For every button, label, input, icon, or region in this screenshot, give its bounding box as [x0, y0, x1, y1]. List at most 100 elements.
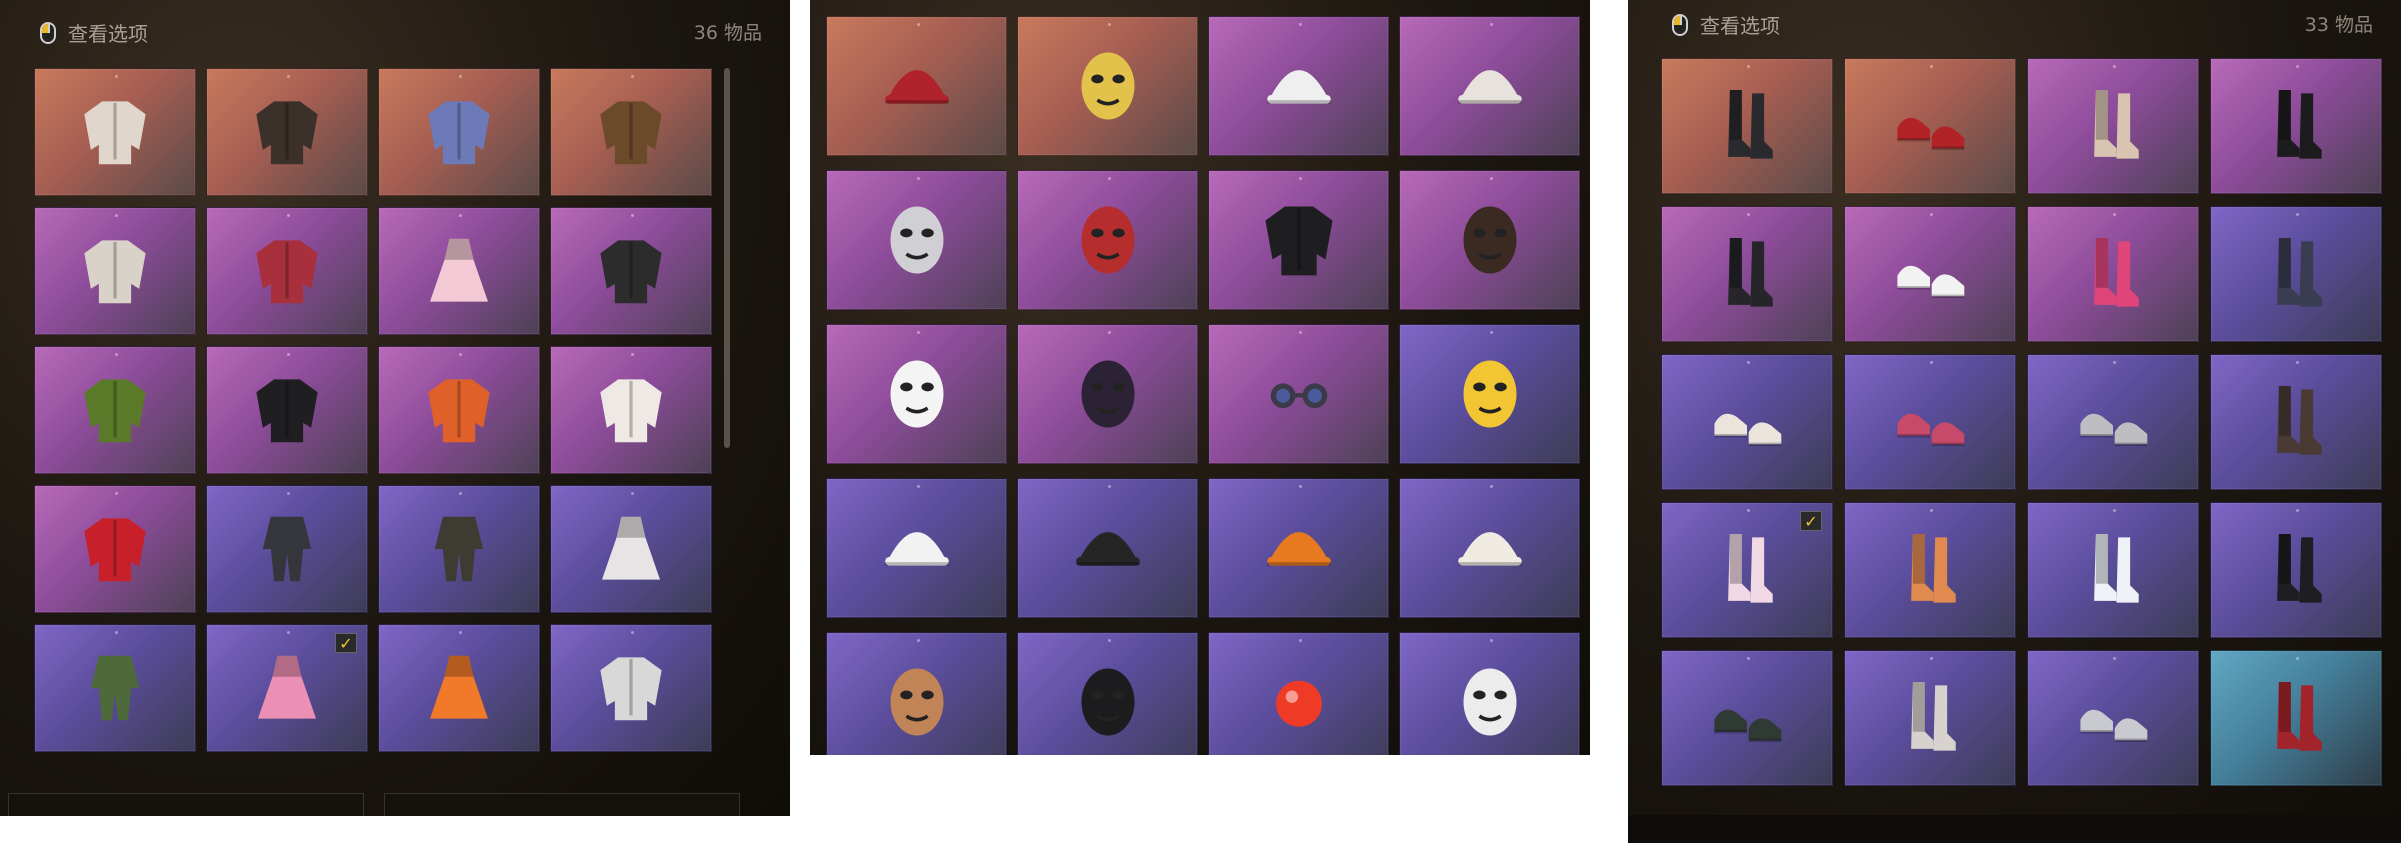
- item-tile-black-knee-boots[interactable]: [2210, 58, 2382, 194]
- item-tile-green-jumpsuit[interactable]: [34, 624, 196, 752]
- item-tile-pink-socks[interactable]: ✓: [1661, 502, 1833, 638]
- item-tile-white-boots[interactable]: [2027, 502, 2199, 638]
- item-tile-suit-gray[interactable]: [206, 485, 368, 613]
- item-tile-cow-cap[interactable]: [826, 478, 1007, 618]
- equipped-check-icon: ✓: [335, 633, 357, 653]
- uniform-icon: [414, 509, 504, 590]
- item-tile-mesh-mask[interactable]: [1017, 324, 1198, 464]
- item-tile-print-boots[interactable]: [1844, 650, 2016, 786]
- item-tile-tv-head[interactable]: [826, 170, 1007, 310]
- view-options-button[interactable]: 查看选项: [40, 18, 148, 47]
- item-tile-orange-dress[interactable]: [378, 624, 540, 752]
- item-tile-red-heels[interactable]: [1844, 58, 2016, 194]
- equipped-check-icon: ✓: [1800, 511, 1822, 531]
- item-tile-rooster[interactable]: [1399, 324, 1580, 464]
- sparkle-icon: [115, 214, 118, 217]
- item-tile-hi-tops[interactable]: [1661, 354, 1833, 490]
- item-tile-red-boots[interactable]: [2210, 650, 2382, 786]
- item-tile-beanie-pom[interactable]: [1399, 16, 1580, 156]
- item-tile-beret[interactable]: [826, 16, 1007, 156]
- item-tile-sailor-top[interactable]: [34, 207, 196, 335]
- footer-tab-left[interactable]: [8, 793, 364, 816]
- item-tile-gold-mask[interactable]: [1017, 16, 1198, 156]
- item-tile-bear-hat[interactable]: [1208, 16, 1389, 156]
- item-tile-puffer[interactable]: [378, 68, 540, 196]
- item-tile-clown-mask[interactable]: [826, 324, 1007, 464]
- item-tile-pink-dress[interactable]: ✓: [206, 624, 368, 752]
- bomber-jacket-icon: [586, 648, 676, 729]
- sparkle-icon: [1107, 331, 1111, 334]
- item-tile-pink-onesie[interactable]: [378, 207, 540, 335]
- item-tile-white-dress[interactable]: [550, 485, 712, 613]
- view-options-button[interactable]: 查看选项: [1672, 10, 1780, 39]
- item-grid: ✓: [34, 68, 712, 752]
- fur-coat-icon: [586, 92, 676, 173]
- jumpsuit-icon: [70, 648, 160, 729]
- item-tile-orange-leggings[interactable]: [1844, 502, 2016, 638]
- item-tile-ankle-boots[interactable]: [1661, 206, 1833, 342]
- inventory-panel-outfits: 查看选项 36 物品 ✓: [0, 0, 790, 816]
- item-tile-wood-mask[interactable]: [826, 632, 1007, 755]
- item-tile-red-armor[interactable]: [34, 485, 196, 613]
- panel-bottom-bar: [1628, 815, 2401, 843]
- item-tile-tall-boots[interactable]: [1661, 58, 1833, 194]
- item-tile-luchador[interactable]: [1017, 170, 1198, 310]
- sparkle-icon: [287, 75, 290, 78]
- item-tile-camo-jacket[interactable]: [34, 346, 196, 474]
- item-tile-fur-coat[interactable]: [550, 68, 712, 196]
- footer-tab-right[interactable]: [384, 793, 740, 816]
- sparkle-icon: [2113, 213, 2116, 216]
- item-tile-cowboy-hat[interactable]: [1399, 478, 1580, 618]
- sparkle-icon: [1298, 23, 1302, 26]
- item-tile-zebra-mask[interactable]: [1399, 632, 1580, 755]
- heels-icon: [1882, 83, 1977, 169]
- item-tile-stockings[interactable]: [2210, 354, 2382, 490]
- item-tile-goggles[interactable]: [1208, 324, 1389, 464]
- item-grid: [826, 16, 1580, 755]
- ankle-boots-icon: [1699, 231, 1794, 317]
- item-tile-silver-jacket[interactable]: [550, 624, 712, 752]
- item-tile-black-mask[interactable]: [1208, 170, 1389, 310]
- item-tile-long-coat[interactable]: [206, 68, 368, 196]
- item-tile-gray-sneakers[interactable]: [2027, 354, 2199, 490]
- item-tile-clown-nose[interactable]: [1208, 632, 1389, 755]
- item-tile-suit-khaki[interactable]: [378, 485, 540, 613]
- view-options-label: 查看选项: [68, 22, 148, 46]
- mesh-mask-icon: [1057, 350, 1157, 438]
- knee-boots-icon: [2248, 83, 2343, 169]
- item-tile-black-boots[interactable]: [2210, 502, 2382, 638]
- item-tile-jacket[interactable]: [34, 68, 196, 196]
- item-tile-outfit-legs[interactable]: [2210, 206, 2382, 342]
- item-tile-chimp-mask[interactable]: [1399, 170, 1580, 310]
- striped-jacket-icon: [242, 231, 332, 312]
- item-tile-silver-sneakers[interactable]: [2027, 650, 2199, 786]
- item-tile-graffiti-jacket[interactable]: [550, 207, 712, 335]
- cowboy-boots-icon: [2248, 675, 2343, 761]
- sparkle-icon: [115, 492, 118, 495]
- scrollbar[interactable]: [724, 68, 730, 448]
- item-tile-face-mask-black[interactable]: [1017, 632, 1198, 755]
- sparkle-icon: [1298, 639, 1302, 642]
- sparkle-icon: [115, 631, 118, 634]
- item-tile-orange-beanie[interactable]: [1208, 478, 1389, 618]
- baseball-cap-icon: [1057, 504, 1157, 592]
- sneakers-icon: [1882, 231, 1977, 317]
- item-tile-flip-flops[interactable]: [1844, 354, 2016, 490]
- item-tile-green-shoes[interactable]: [1661, 650, 1833, 786]
- item-tile-black-cap[interactable]: [1017, 478, 1198, 618]
- lace-boots-icon: [2065, 231, 2160, 317]
- sparkle-icon: [2113, 509, 2116, 512]
- item-tile-orange-jacket[interactable]: [378, 346, 540, 474]
- item-tile-striped-jacket[interactable]: [206, 207, 368, 335]
- item-tile-white-sneakers[interactable]: [1844, 206, 2016, 342]
- item-tile-moto-jacket[interactable]: [206, 346, 368, 474]
- sparkle-icon: [2296, 213, 2299, 216]
- beret-icon: [866, 42, 966, 130]
- item-tile-pink-lace-boots[interactable]: [2027, 206, 2199, 342]
- item-tile-fur-boots[interactable]: [2027, 58, 2199, 194]
- sparkle-icon: [459, 492, 462, 495]
- item-tile-white-jacket[interactable]: [550, 346, 712, 474]
- sparkle-icon: [1747, 361, 1750, 364]
- gray-sneakers-icon: [2065, 379, 2160, 465]
- sparkle-icon: [1747, 65, 1750, 68]
